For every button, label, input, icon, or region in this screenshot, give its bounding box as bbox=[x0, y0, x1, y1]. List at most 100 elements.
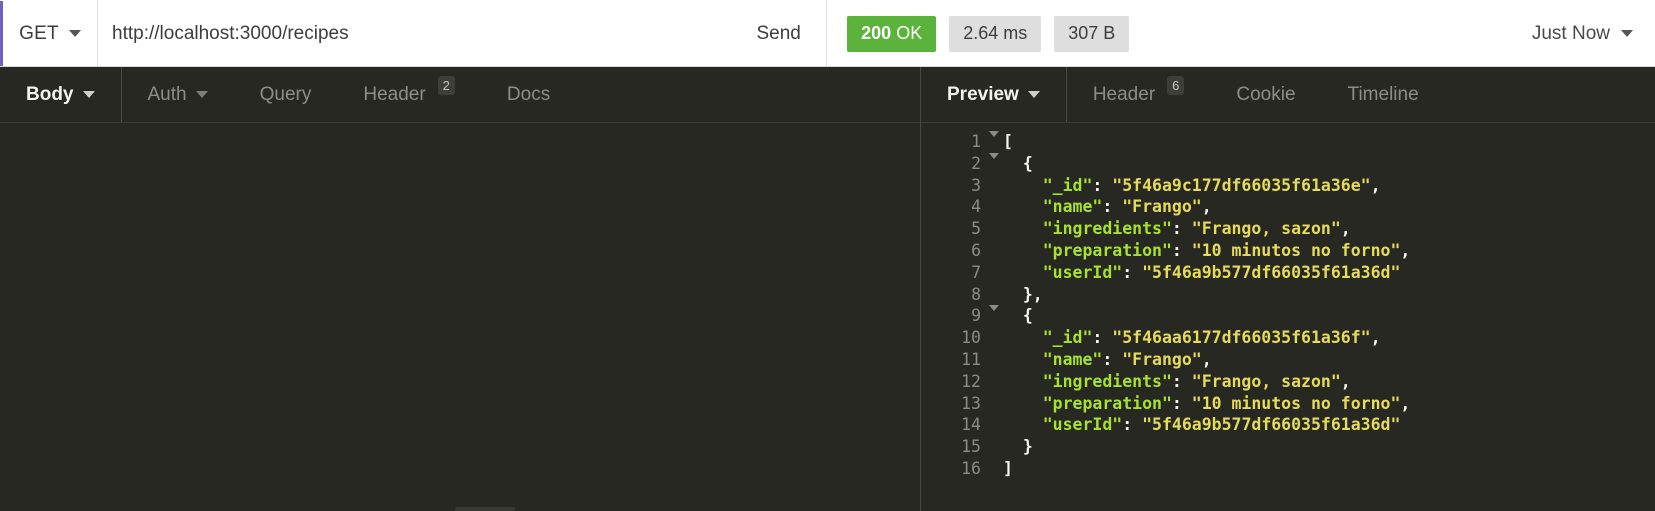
code-line: 8 }, bbox=[921, 284, 1655, 306]
code-line-text: "ingredients": "Frango, sazon", bbox=[1042, 219, 1351, 239]
tab-label: Timeline bbox=[1347, 83, 1419, 105]
request-tab-bar: Body Auth Query Header 2 Docs bbox=[0, 67, 920, 123]
code-line: 11 "name": "Frango", bbox=[921, 349, 1655, 371]
line-number: 3 bbox=[971, 175, 981, 195]
code-line: 6 "preparation": "10 minutos no forno", bbox=[921, 240, 1655, 262]
code-line: 9 { bbox=[921, 305, 1655, 327]
response-tab-bar: Preview Header 6 Cookie Timeline bbox=[921, 67, 1655, 123]
request-tab-auth[interactable]: Auth bbox=[122, 67, 234, 122]
code-line-text: "name": "Frango", bbox=[1042, 197, 1212, 217]
code-line-text: "userId": "5f46a9b577df66035f61a36d" bbox=[1042, 262, 1401, 282]
code-line-text: "userId": "5f46a9b577df66035f61a36d" bbox=[1042, 415, 1401, 435]
request-pane: Body Auth Query Header 2 Docs bbox=[0, 67, 921, 511]
code-line: 13 "preparation": "10 minutos no forno", bbox=[921, 393, 1655, 415]
response-tab-header[interactable]: Header 6 bbox=[1067, 67, 1211, 122]
tab-count-badge: 2 bbox=[437, 76, 455, 95]
response-tab-cookie[interactable]: Cookie bbox=[1210, 67, 1321, 122]
response-status-zone: 200 OK 2.64 ms 307 B bbox=[827, 0, 1149, 67]
tab-label: Cookie bbox=[1236, 83, 1296, 105]
code-line-text: "name": "Frango", bbox=[1042, 349, 1212, 369]
urlbar-spacer bbox=[1149, 0, 1532, 67]
response-tab-timeline[interactable]: Timeline bbox=[1322, 67, 1445, 122]
url-value: http://localhost:3000/recipes bbox=[112, 22, 349, 44]
request-url-bar: GET http://localhost:3000/recipes Send 2… bbox=[0, 0, 1655, 67]
line-number: 14 bbox=[961, 415, 981, 435]
http-method-selector[interactable]: GET bbox=[3, 0, 97, 67]
fold-toggle-icon[interactable] bbox=[985, 131, 1003, 137]
code-line: 12 "ingredients": "Frango, sazon", bbox=[921, 371, 1655, 393]
http-method-label: GET bbox=[19, 22, 59, 44]
tab-label: Auth bbox=[147, 83, 187, 105]
code-line: 4 "name": "Frango", bbox=[921, 196, 1655, 218]
line-number: 15 bbox=[961, 437, 981, 457]
response-pane: Preview Header 6 Cookie Timeline 1[2 {3 "_id… bbox=[921, 67, 1655, 511]
url-input[interactable]: http://localhost:3000/recipes bbox=[97, 0, 731, 67]
response-time-badge: 2.64 ms bbox=[949, 15, 1042, 52]
code-line-text: "_id": "5f46a9c177df66035f61a36e", bbox=[1042, 175, 1381, 195]
line-number: 10 bbox=[961, 328, 981, 348]
chevron-down-icon bbox=[1621, 30, 1633, 37]
tab-label: Header bbox=[1092, 83, 1156, 105]
fold-toggle-icon[interactable] bbox=[985, 305, 1003, 312]
code-line-text: "ingredients": "Frango, sazon", bbox=[1042, 371, 1351, 391]
line-number: 7 bbox=[971, 262, 981, 282]
line-number: 5 bbox=[971, 219, 981, 239]
send-button-label: Send bbox=[756, 22, 801, 44]
tab-label: Docs bbox=[506, 83, 551, 105]
code-line: 2 { bbox=[921, 152, 1655, 175]
line-number: 16 bbox=[961, 458, 981, 478]
status-text: OK bbox=[896, 23, 923, 43]
chevron-down-icon bbox=[82, 91, 95, 98]
request-body-editor[interactable] bbox=[0, 123, 920, 511]
history-selector[interactable]: Just Now bbox=[1532, 0, 1655, 67]
send-button[interactable]: Send bbox=[731, 0, 828, 67]
response-tab-preview[interactable]: Preview bbox=[921, 67, 1067, 122]
tab-label: Body bbox=[26, 83, 74, 105]
line-number: 11 bbox=[961, 349, 981, 369]
code-line: 16] bbox=[921, 458, 1655, 480]
tab-label: Query bbox=[259, 83, 312, 105]
line-number: 2 bbox=[971, 153, 981, 173]
line-number: 9 bbox=[971, 306, 981, 326]
request-tab-body[interactable]: Body bbox=[0, 67, 122, 122]
request-tab-docs[interactable]: Docs bbox=[481, 67, 576, 122]
code-line: 10 "_id": "5f46aa6177df66035f61a36f", bbox=[921, 327, 1655, 349]
history-label: Just Now bbox=[1531, 22, 1610, 44]
request-tab-query[interactable]: Query bbox=[234, 67, 338, 122]
code-line-text: "preparation": "10 minutos no forno", bbox=[1042, 240, 1411, 260]
code-line: 14 "userId": "5f46a9b577df66035f61a36d" bbox=[921, 414, 1655, 436]
code-line-text: { bbox=[1022, 153, 1033, 173]
chevron-down-icon bbox=[195, 91, 208, 98]
code-line-text: ] bbox=[1003, 458, 1013, 478]
code-line-text: "preparation": "10 minutos no forno", bbox=[1042, 393, 1411, 413]
status-badge: 200 OK bbox=[847, 15, 937, 52]
chevron-down-icon bbox=[1027, 91, 1040, 98]
api-client-window: GET http://localhost:3000/recipes Send 2… bbox=[0, 0, 1655, 511]
code-line-text: } bbox=[1022, 437, 1033, 457]
line-number: 1 bbox=[971, 132, 981, 151]
tab-count-badge: 6 bbox=[1167, 76, 1185, 95]
code-line-text: { bbox=[1022, 306, 1033, 326]
tab-label: Preview bbox=[947, 83, 1019, 105]
response-size-badge: 307 B bbox=[1054, 15, 1130, 52]
code-line: 1[ bbox=[921, 131, 1655, 153]
code-line: 7 "userId": "5f46a9b577df66035f61a36d" bbox=[921, 262, 1655, 284]
code-line-text: [ bbox=[1003, 132, 1013, 151]
chevron-down-icon bbox=[68, 30, 81, 37]
code-line: 5 "ingredients": "Frango, sazon", bbox=[921, 218, 1655, 240]
code-line: 15 } bbox=[921, 436, 1655, 458]
request-tab-header[interactable]: Header 2 bbox=[337, 67, 481, 122]
line-number: 13 bbox=[961, 393, 981, 413]
code-line: 3 "_id": "5f46a9c177df66035f61a36e", bbox=[921, 175, 1655, 197]
status-code: 200 bbox=[861, 23, 892, 43]
main-split: Body Auth Query Header 2 Docs Preview Header 6 C… bbox=[0, 67, 1655, 511]
line-number: 6 bbox=[971, 240, 981, 260]
line-number: 12 bbox=[961, 371, 981, 391]
line-number: 4 bbox=[971, 197, 981, 217]
tab-label: Header bbox=[363, 83, 426, 105]
code-line-text: }, bbox=[1022, 284, 1043, 304]
horizontal-scrollbar-thumb[interactable] bbox=[455, 507, 515, 511]
fold-toggle-icon[interactable] bbox=[985, 152, 1003, 159]
code-line-text: "_id": "5f46aa6177df66035f61a36f", bbox=[1042, 328, 1381, 348]
response-body-viewer[interactable]: 1[2 {3 "_id": "5f46a9c177df66035f61a36e"… bbox=[921, 123, 1655, 511]
